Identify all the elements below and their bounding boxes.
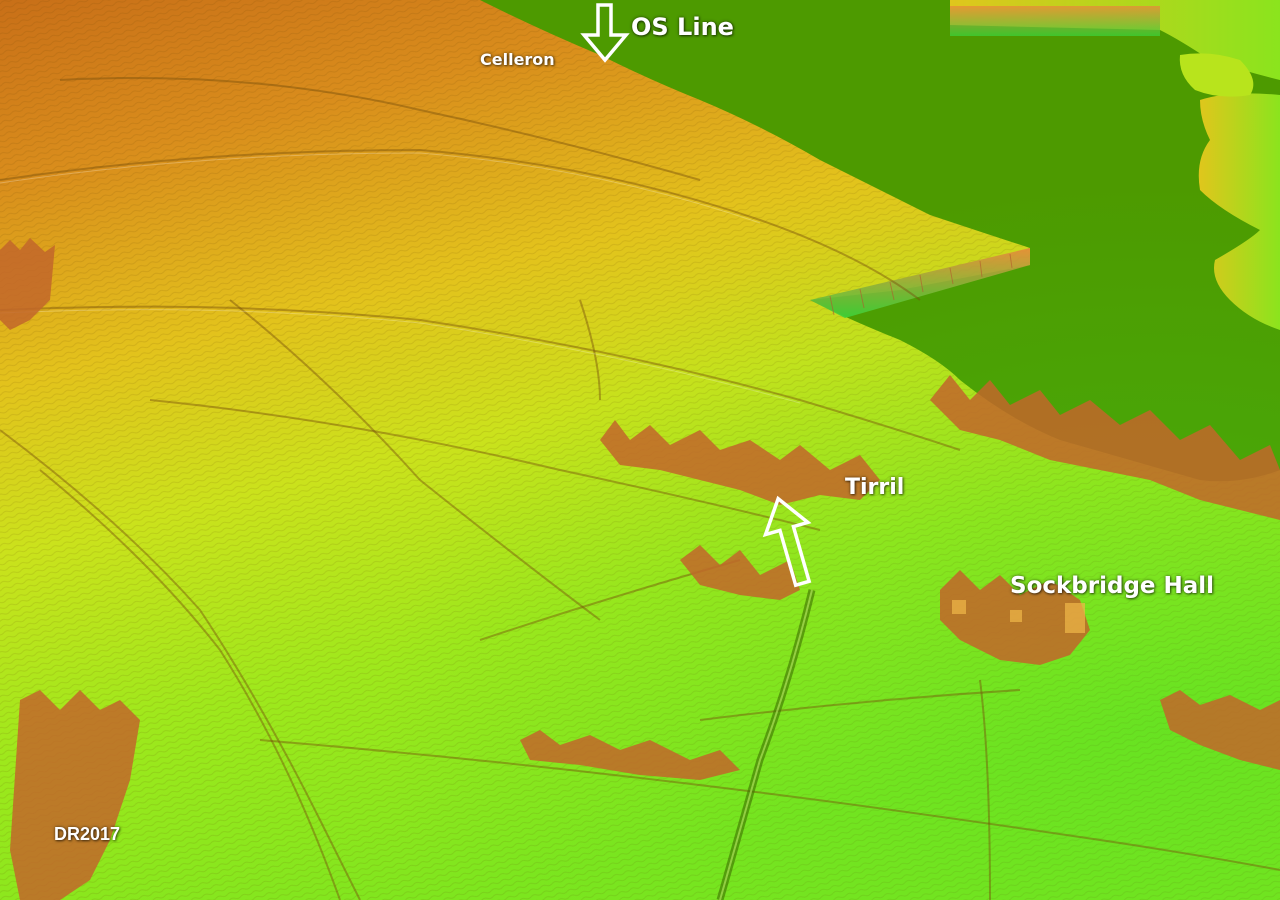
os-line-label: OS Line — [631, 13, 734, 41]
sockbridge-hall-label: Sockbridge Hall — [1010, 573, 1215, 599]
terrain-canvas — [0, 0, 1280, 900]
island-cliff — [950, 6, 1160, 36]
image-credit: DR2017 — [54, 824, 121, 844]
tirril-label: Tirril — [845, 475, 905, 500]
lidar-terrain-map: OS Line Celleron Tirril Sockbridge Hall … — [0, 0, 1280, 900]
celleron-label: Celleron — [480, 50, 555, 69]
